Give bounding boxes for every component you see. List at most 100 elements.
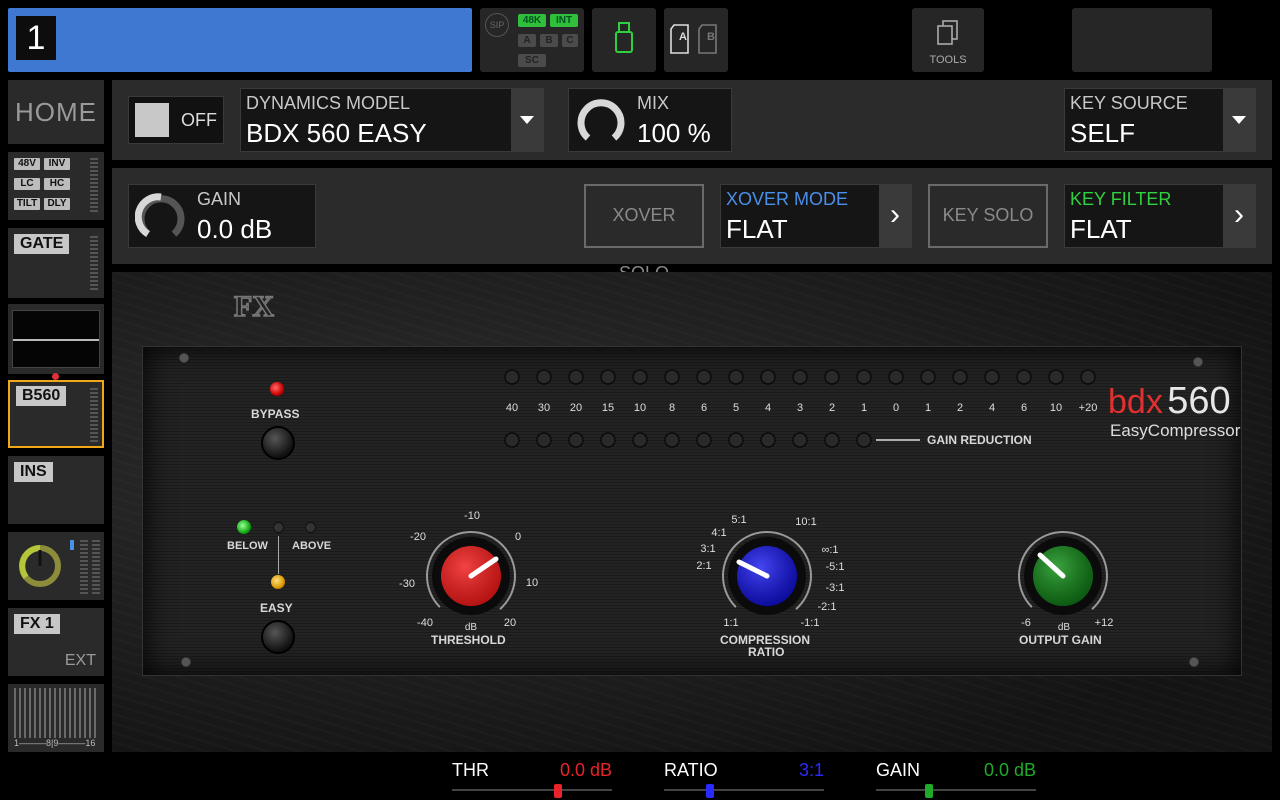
brand-model: 560 xyxy=(1167,380,1231,422)
meter-scale-label: 5 xyxy=(732,402,740,414)
input-block[interactable]: 48V INV LC HC TILT DLY xyxy=(8,152,104,220)
bypass-button[interactable] xyxy=(261,426,295,460)
chevron-right-icon[interactable]: › xyxy=(879,185,911,247)
thr-slider-thumb[interactable] xyxy=(553,784,562,798)
threshold-unit: dB xyxy=(464,622,478,633)
meter-scale-label: 3 xyxy=(796,402,804,414)
output-gain-label: OUTPUT GAIN xyxy=(1019,633,1102,647)
chevron-down-icon[interactable] xyxy=(1223,89,1255,151)
meter-led-top xyxy=(824,369,840,385)
gate-label: GATE xyxy=(14,234,70,254)
meter-led-top xyxy=(952,369,968,385)
svg-text:FX: FX xyxy=(234,290,274,322)
delay-tag: DLY xyxy=(44,198,70,210)
gain-slider-thumb[interactable] xyxy=(924,784,933,798)
fx-block[interactable]: FX 1 EXT xyxy=(8,608,104,676)
meter-scale-label: 10 xyxy=(1049,402,1063,414)
threshold-scale-label: -20 xyxy=(410,531,426,543)
meter-led-bottom xyxy=(664,432,680,448)
gain-control[interactable]: GAIN 0.0 dB xyxy=(128,184,316,248)
fader-block[interactable] xyxy=(8,532,104,600)
bus-sends-block[interactable]: 1———8|9———16 xyxy=(8,684,104,752)
usb-button[interactable] xyxy=(592,8,656,72)
ratio-scale-label: 4:1 xyxy=(711,527,727,539)
key-source-value: SELF xyxy=(1070,118,1136,148)
output-min-label: -6 xyxy=(1021,617,1031,629)
threshold-knob[interactable] xyxy=(396,506,546,634)
chevron-right-icon[interactable]: › xyxy=(1223,185,1255,247)
status-b-badge: B xyxy=(540,34,558,47)
meter-led-top xyxy=(632,369,648,385)
easy-button[interactable] xyxy=(261,620,295,654)
output-gain-knob[interactable] xyxy=(988,506,1138,634)
mix-knob-icon xyxy=(577,99,625,141)
meter-scale-label: 2 xyxy=(828,402,836,414)
ratio-scale-label: -1:1 xyxy=(800,617,820,629)
meter-led-top xyxy=(792,369,808,385)
sd-b-label: B xyxy=(707,31,715,43)
gain-slider[interactable] xyxy=(876,789,1036,791)
meter-led-top xyxy=(536,369,552,385)
chevron-down-icon[interactable] xyxy=(511,89,543,151)
meter-scale-label: 40 xyxy=(505,402,519,414)
tools-icon xyxy=(937,20,958,45)
key-source-select[interactable]: KEY SOURCE SELF xyxy=(1064,88,1256,152)
meter-scale-label: 1 xyxy=(924,402,932,414)
sd-card-button[interactable]: A B xyxy=(664,8,728,72)
selector-line xyxy=(278,536,279,574)
sidechain-badge: SC xyxy=(518,54,546,67)
ratio-scale-label: 2:1 xyxy=(696,560,712,572)
meter-led-top xyxy=(664,369,680,385)
meter-led-top xyxy=(728,369,744,385)
dynamics-meter xyxy=(90,388,98,442)
channel-name-bar[interactable]: 1 xyxy=(8,8,472,72)
power-button[interactable]: OFF xyxy=(128,96,224,144)
xover-mode-select[interactable]: XOVER MODE FLAT › xyxy=(720,184,912,248)
pan-knob-icon xyxy=(19,545,61,587)
thr-slider[interactable] xyxy=(452,789,612,791)
mix-control[interactable]: MIX 100 % xyxy=(568,88,732,152)
dynamics-block-selected[interactable]: B560 xyxy=(8,380,104,448)
signal-dot xyxy=(52,373,59,380)
key-solo-button[interactable]: KEY SOLO xyxy=(928,184,1048,248)
meter-led-top xyxy=(920,369,936,385)
meter-led-top xyxy=(760,369,776,385)
below-label: BELOW xyxy=(227,540,268,552)
fx-label: FX 1 xyxy=(14,614,60,634)
insert-label: INS xyxy=(14,462,53,482)
meter-led-top xyxy=(568,369,584,385)
eq-block[interactable] xyxy=(8,304,104,374)
meter-led-top xyxy=(1016,369,1032,385)
key-filter-select[interactable]: KEY FILTER FLAT › xyxy=(1064,184,1256,248)
power-led xyxy=(135,103,169,137)
fx-ext-label: EXT xyxy=(64,652,96,669)
meter-led-top xyxy=(1048,369,1064,385)
meter-scale-label: 6 xyxy=(700,402,708,414)
tilt-tag: TILT xyxy=(14,198,40,210)
meter-scale-label: 2 xyxy=(956,402,964,414)
home-button[interactable]: HOME xyxy=(8,80,104,144)
meter-led-top xyxy=(984,369,1000,385)
ratio-scale-label: ∞:1 xyxy=(821,544,839,556)
top-right-panel[interactable] xyxy=(1072,8,1212,72)
ratio-scale-label: 5:1 xyxy=(731,514,747,526)
meter-scale-label: 20 xyxy=(569,402,583,414)
dynamics-label: B560 xyxy=(16,386,67,406)
ratio-scale-label: 3:1 xyxy=(700,543,716,555)
meter-led-bottom xyxy=(824,432,840,448)
ratio-slider[interactable] xyxy=(664,789,824,791)
eq-curve-preview xyxy=(12,310,100,368)
meter-led-bottom xyxy=(856,432,872,448)
meter-scale-label: 15 xyxy=(601,402,615,414)
meter-scale-label: 1 xyxy=(860,402,868,414)
meter-led-top xyxy=(1080,369,1096,385)
mix-value: 100 % xyxy=(637,118,711,148)
dynamics-model-select[interactable]: DYNAMICS MODEL BDX 560 EASY xyxy=(240,88,544,152)
gate-block[interactable]: GATE xyxy=(8,228,104,298)
xover-solo-button[interactable]: XOVER SOLO xyxy=(584,184,704,283)
insert-block[interactable]: INS xyxy=(8,456,104,524)
thr-name: THR xyxy=(452,760,489,780)
channel-meter-r xyxy=(92,540,100,594)
ratio-slider-thumb[interactable] xyxy=(706,784,715,798)
meter-led-bottom xyxy=(696,432,712,448)
